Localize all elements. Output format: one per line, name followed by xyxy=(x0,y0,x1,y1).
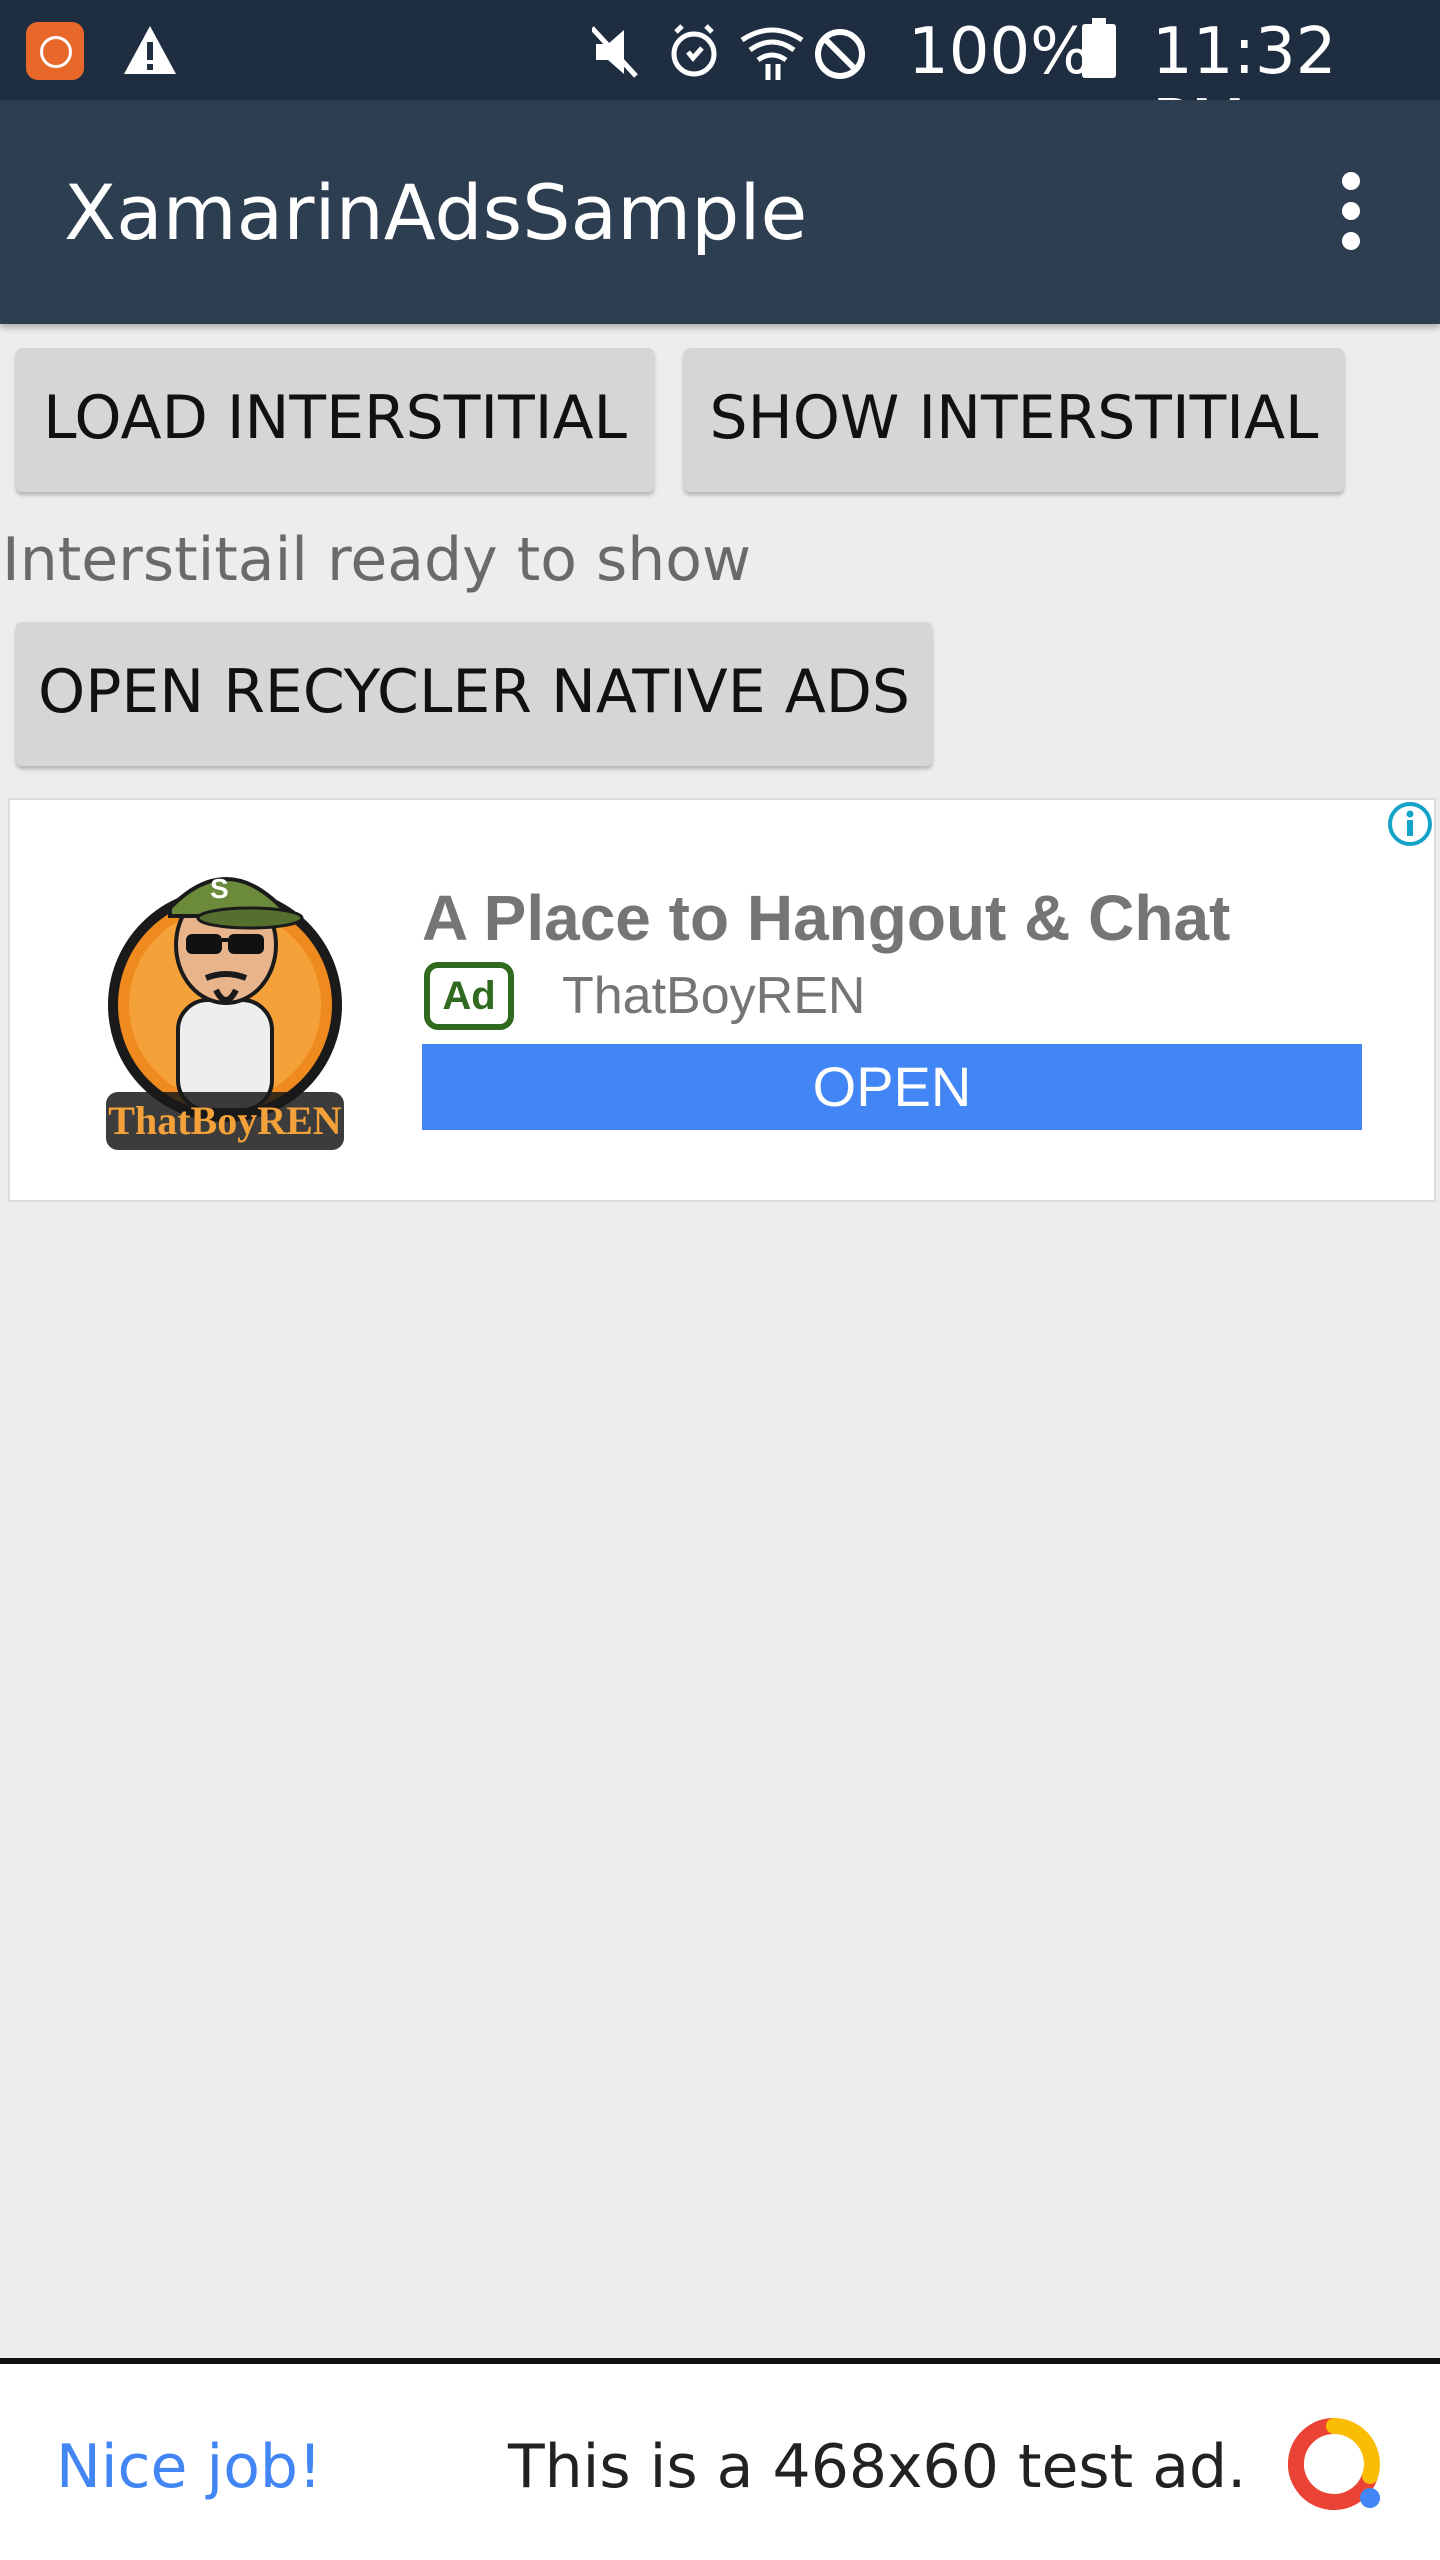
ad-info-icon[interactable] xyxy=(1386,800,1434,848)
ad-image[interactable]: S ThatBoyREN xyxy=(100,830,350,1160)
battery-percentage: 100% xyxy=(908,15,1091,89)
banner-nice-job-text: Nice job! xyxy=(56,2432,323,2502)
mute-icon xyxy=(592,26,638,78)
ad-image-logo-text: ThatBoyREN xyxy=(108,1098,341,1143)
banner-test-ad-text: This is a 468x60 test ad. xyxy=(508,2432,1247,2502)
app-bar: XamarinAdsSample xyxy=(0,100,1440,324)
open-recycler-native-ads-button[interactable]: OPEN RECYCLER NATIVE ADS xyxy=(16,622,932,766)
admob-icon xyxy=(1287,2418,1380,2510)
mi-app-icon xyxy=(26,22,84,80)
warning-icon xyxy=(124,26,176,74)
ad-advertiser[interactable]: ThatBoyREN xyxy=(562,962,865,1030)
wifi-icon xyxy=(740,27,804,80)
status-bar: 100% 11:32 PM xyxy=(0,0,1440,160)
status-icons-group xyxy=(592,24,865,80)
alarm-icon xyxy=(671,24,717,77)
svg-text:S: S xyxy=(210,873,229,904)
battery-icon xyxy=(1082,18,1116,78)
ad-badge: Ad xyxy=(424,962,514,1030)
interstitial-status-text: Interstitail ready to show xyxy=(2,525,752,595)
native-ad-card[interactable]: S ThatBoyREN A Place to Hangout & Chat A… xyxy=(8,798,1436,1202)
load-interstitial-button[interactable]: LOAD INTERSTITIAL xyxy=(16,348,654,492)
ad-headline[interactable]: A Place to Hangout & Chat xyxy=(422,880,1230,956)
overflow-menu-icon[interactable] xyxy=(1326,172,1376,252)
show-interstitial-button[interactable]: SHOW INTERSTITIAL xyxy=(684,348,1344,492)
app-title: XamarinAdsSample xyxy=(64,168,808,257)
banner-ad[interactable]: Nice job! This is a 468x60 test ad. xyxy=(0,2358,1440,2560)
ad-open-button[interactable]: OPEN xyxy=(422,1044,1362,1130)
do-not-disturb-icon xyxy=(815,29,865,79)
